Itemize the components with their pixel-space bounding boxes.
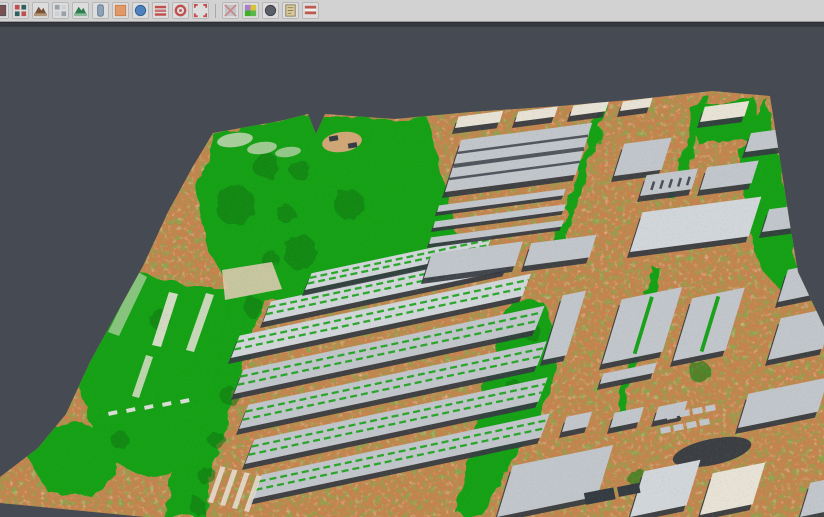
measure-report-icon[interactable] <box>282 2 299 19</box>
dark-sphere-icon[interactable] <box>262 2 279 19</box>
app-window <box>0 0 824 517</box>
stacked-layers-icon[interactable] <box>152 2 169 19</box>
toolbar-separator <box>215 4 216 18</box>
flag-stripes-icon[interactable] <box>302 2 319 19</box>
clip-box-brackets-icon[interactable] <box>192 2 209 19</box>
3d-viewport[interactable] <box>0 23 824 517</box>
profile-bar-icon[interactable] <box>92 2 109 19</box>
terrain-dem-icon[interactable] <box>32 2 49 19</box>
target-circle-icon[interactable] <box>172 2 189 19</box>
clipped-tool-icon[interactable] <box>0 2 9 19</box>
terrain-dsm-icon[interactable] <box>72 2 89 19</box>
toolbar <box>0 0 824 22</box>
select-points-icon[interactable] <box>52 2 69 19</box>
globe-icon[interactable] <box>132 2 149 19</box>
terrain <box>0 80 824 517</box>
classify-points-icon[interactable] <box>12 2 29 19</box>
viewport-top-line <box>0 23 824 27</box>
grid-cross-icon[interactable] <box>222 2 239 19</box>
classification-mosaic-icon[interactable] <box>242 2 259 19</box>
ortho-image-icon[interactable] <box>112 2 129 19</box>
point-cloud-scene <box>0 23 824 517</box>
